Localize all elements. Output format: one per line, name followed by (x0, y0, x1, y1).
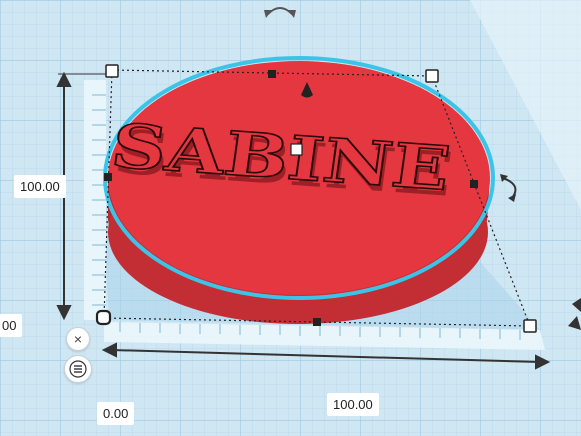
list-menu-icon (69, 360, 87, 378)
edge-handle-top[interactable] (268, 70, 276, 78)
left-offset-value-label[interactable]: 00 (0, 314, 23, 337)
edge-handle-bottom[interactable] (313, 318, 321, 326)
height-value-label[interactable]: 100.00 (14, 175, 66, 198)
ruler-left (84, 80, 106, 320)
close-icon: × (73, 331, 83, 347)
origin-x-value-label[interactable]: 0.00 (97, 402, 135, 425)
width-value-label[interactable]: 100.00 (327, 393, 379, 416)
close-button[interactable]: × (66, 327, 90, 351)
menu-button[interactable] (64, 355, 92, 383)
corner-handle-bottom-left[interactable] (95, 309, 112, 326)
corner-handle-bottom-right[interactable] (523, 319, 537, 333)
corner-handle-top-left[interactable] (105, 64, 119, 78)
center-handle[interactable] (290, 143, 303, 156)
cylinder-shape[interactable]: SABINE SABINE (103, 56, 495, 324)
edge-handle-right[interactable] (470, 180, 478, 188)
corner-handle-top-right[interactable] (425, 69, 439, 83)
edge-handle-left[interactable] (104, 173, 112, 181)
